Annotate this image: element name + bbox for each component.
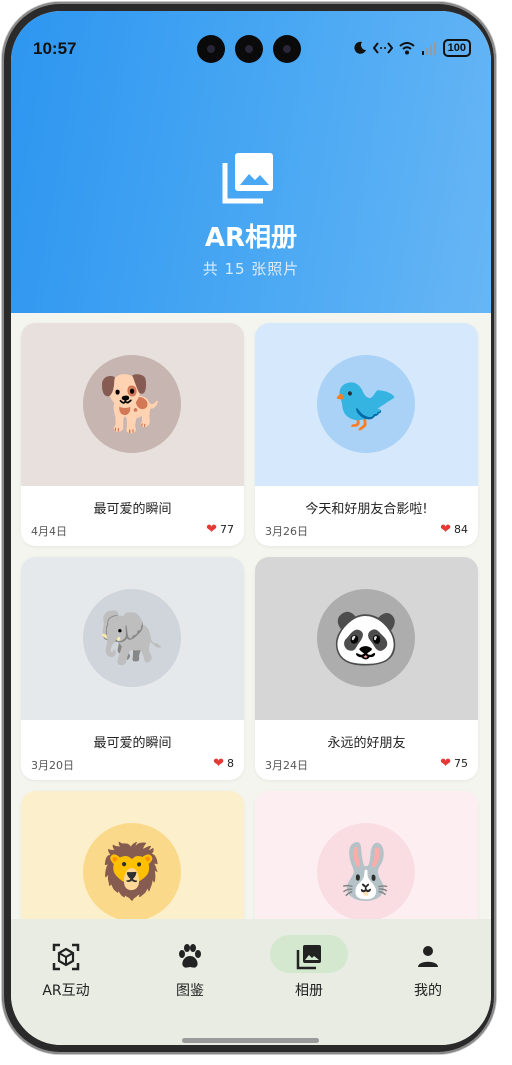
tab-ar-interact[interactable]: AR互动 <box>11 937 121 1007</box>
heart-icon: ❤ <box>440 522 451 537</box>
wifi-icon <box>398 41 415 54</box>
bottom-tab-bar: AR互动 图鉴 相册 我的 <box>11 919 491 1045</box>
photo-caption: 永远的好朋友 <box>327 736 406 751</box>
data-arrows-icon <box>372 42 393 54</box>
photo-card[interactable]: 🐘 最可爱的瞬间 3月20日 ❤ 8 <box>21 557 244 780</box>
photo-album-icon <box>222 153 273 204</box>
camera-lens-icon <box>235 35 263 63</box>
album-icon <box>296 945 321 970</box>
album-header: 10:57 100 AR相册 共 15 张照片 <box>11 11 491 313</box>
moon-icon <box>354 41 366 54</box>
page-title: AR相册 <box>204 223 298 253</box>
photo-card[interactable]: 🐦 今天和好朋友合影啦! 3月26日 ❤ 84 <box>255 323 478 546</box>
status-time: 10:57 <box>33 39 77 58</box>
photo-date: 3月26日 <box>265 525 308 538</box>
panda-avatar: 🐼 <box>317 589 415 687</box>
elephant-avatar: 🐘 <box>83 589 181 687</box>
photo-image: 🐼 <box>255 557 478 720</box>
photo-caption: 今天和好朋友合影啦! <box>305 502 428 517</box>
photo-date: 4月4日 <box>31 525 67 538</box>
photo-caption: 最可爱的瞬间 <box>93 736 172 751</box>
heart-icon: ❤ <box>440 756 451 771</box>
photo-date: 3月20日 <box>31 759 74 772</box>
photo-card[interactable]: 🐕 最可爱的瞬间 4月4日 ❤ 77 <box>21 323 244 546</box>
home-indicator[interactable] <box>182 1038 319 1043</box>
camera-lens-icon <box>273 35 301 63</box>
dog-avatar: 🐕 <box>83 355 181 453</box>
rabbit-avatar: 🐰 <box>317 823 415 921</box>
tab-mine[interactable]: 我的 <box>373 937 483 1007</box>
like-count[interactable]: ❤ 77 <box>206 522 234 537</box>
tab-label: AR互动 <box>42 983 90 999</box>
lion-avatar: 🦁 <box>83 823 181 921</box>
photo-caption: 最可爱的瞬间 <box>93 502 172 517</box>
heart-icon: ❤ <box>213 756 224 771</box>
tab-album[interactable]: 相册 <box>254 935 364 1007</box>
heart-icon: ❤ <box>206 522 217 537</box>
battery-indicator: 100 <box>442 39 471 57</box>
camera-lens-icon <box>197 35 225 63</box>
screen: 10:57 100 AR相册 共 15 张照片 🐕 最可爱的瞬间 4月4日 ❤ … <box>11 11 491 1045</box>
photo-image: 🐦 <box>255 323 478 486</box>
tab-label: 图鉴 <box>176 983 204 999</box>
status-icons: 100 <box>353 39 471 57</box>
like-count[interactable]: ❤ 75 <box>440 756 468 771</box>
paw-icon <box>179 944 201 968</box>
tab-label: 我的 <box>414 983 442 999</box>
tab-label: 相册 <box>295 983 323 999</box>
signal-icon <box>421 41 436 55</box>
like-count[interactable]: ❤ 84 <box>440 522 468 537</box>
photo-image: 🐕 <box>21 323 244 486</box>
ar-cube-icon <box>52 943 80 971</box>
photo-card[interactable]: 🐼 永远的好朋友 3月24日 ❤ 75 <box>255 557 478 780</box>
person-icon <box>418 946 438 967</box>
status-bar: 10:57 100 <box>11 11 491 71</box>
tab-encyclopedia[interactable]: 图鉴 <box>135 937 245 1007</box>
photo-count: 共 15 张照片 <box>202 260 300 278</box>
photo-image: 🐘 <box>21 557 244 720</box>
like-count[interactable]: ❤ 8 <box>213 756 234 771</box>
bird-avatar: 🐦 <box>317 355 415 453</box>
photo-date: 3月24日 <box>265 759 308 772</box>
phone-frame: 10:57 100 AR相册 共 15 张照片 🐕 最可爱的瞬间 4月4日 ❤ … <box>2 2 496 1054</box>
